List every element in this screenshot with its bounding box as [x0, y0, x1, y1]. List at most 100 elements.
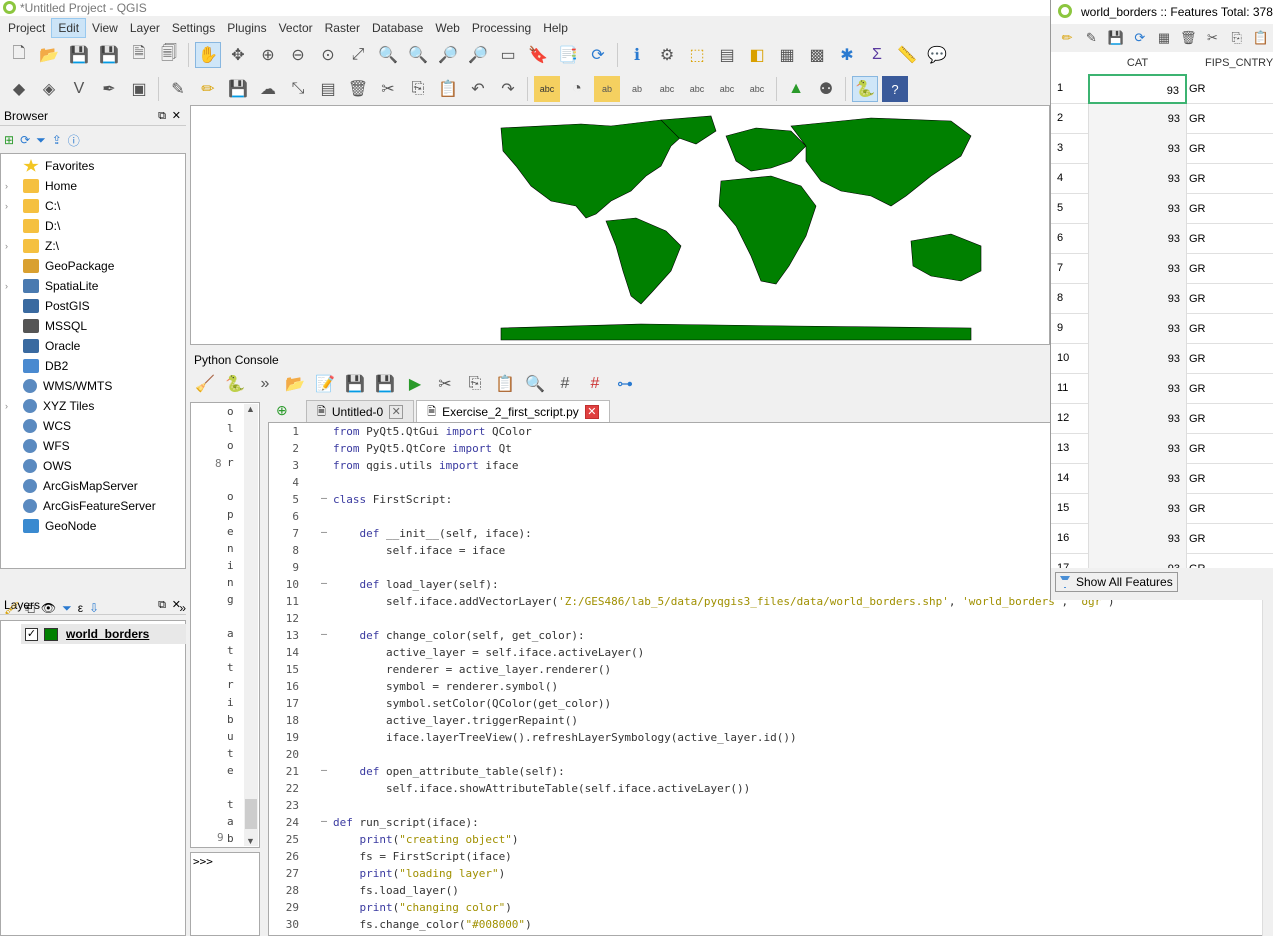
python-icon[interactable]: 🐍 — [852, 76, 878, 102]
cell-cat[interactable]: 93 — [1088, 134, 1187, 164]
row-number[interactable]: 1 — [1057, 82, 1063, 94]
cell-cat[interactable]: 93 — [1088, 464, 1187, 494]
attribute-table-icon[interactable]: ▦ — [774, 42, 800, 68]
menu-item-help[interactable]: Help — [537, 18, 574, 38]
cell-fips[interactable]: GR — [1189, 284, 1206, 314]
cell-fips[interactable]: GR — [1189, 314, 1206, 344]
float-panel-icon[interactable]: ⧉ — [158, 106, 166, 126]
zoom-next-icon[interactable]: 🔎 — [465, 42, 491, 68]
table-row[interactable]: 17 93GR — [1051, 554, 1273, 568]
cell-cat[interactable]: 93 — [1088, 164, 1187, 194]
table-row[interactable]: 15 93 GR — [1051, 494, 1273, 524]
uncomment-icon[interactable]: # — [582, 371, 608, 397]
menu-item-database[interactable]: Database — [366, 18, 429, 38]
menu-item-plugins[interactable]: Plugins — [221, 18, 272, 38]
column-header-fips[interactable]: FIPS_CNTRY — [1189, 52, 1273, 74]
fold-marker-icon[interactable]: — — [321, 493, 331, 504]
quickmap-icon[interactable]: ⚉ — [813, 76, 839, 102]
save-edits-icon[interactable]: 💾 — [225, 76, 251, 102]
table-row[interactable]: 13 93 GR — [1051, 434, 1273, 464]
browser-tree[interactable]: Favorites › Home › C:\ D:\ › Z:\ GeoPackage › Spat… — [0, 153, 186, 569]
filter-expression-icon[interactable]: ε — [78, 601, 83, 615]
browser-item-postgis[interactable]: PostGIS — [1, 296, 185, 316]
paste-icon[interactable]: 📋 — [435, 76, 461, 102]
browser-item-geopackage[interactable]: GeoPackage — [1, 256, 185, 276]
diagram-icon[interactable]: ◔ — [564, 76, 590, 102]
data-source-manager-icon[interactable]: ◆ — [6, 76, 32, 102]
expand-all-icon[interactable]: ⇩ — [89, 601, 99, 615]
cell-cat[interactable]: 93 — [1088, 284, 1187, 314]
cell-fips[interactable]: GR — [1189, 404, 1206, 434]
delete-selected-icon[interactable]: 🗑 — [345, 76, 371, 102]
fold-marker-icon[interactable]: — — [321, 816, 331, 827]
open-script-icon[interactable]: 📂 — [282, 371, 308, 397]
save-project-icon[interactable]: 💾 — [66, 42, 92, 68]
cell-cat[interactable]: 93 — [1088, 314, 1187, 344]
pan-to-selection-icon[interactable]: ✥ — [225, 42, 251, 68]
zoom-layer-icon[interactable]: 🔍 — [405, 42, 431, 68]
browser-item-geonode[interactable]: GeoNode — [1, 516, 185, 536]
table-row[interactable]: 9 93 GR — [1051, 314, 1273, 344]
table-row[interactable]: 8 93 GR — [1051, 284, 1273, 314]
row-number[interactable]: 8 — [1057, 292, 1063, 304]
table-row[interactable]: 16 93 GR — [1051, 524, 1273, 554]
row-number[interactable]: 5 — [1057, 202, 1063, 214]
new-layer-icon[interactable]: ◈ — [36, 76, 62, 102]
cell-fips[interactable]: GR — [1189, 434, 1206, 464]
show-all-features-button[interactable]: Show All Features — [1055, 572, 1178, 592]
cell-cat[interactable]: 93 — [1088, 74, 1187, 104]
row-number[interactable]: 2 — [1057, 112, 1063, 124]
table-row[interactable]: 6 93 GR — [1051, 224, 1273, 254]
more-icon[interactable]: » — [179, 601, 186, 615]
row-number[interactable]: 6 — [1057, 232, 1063, 244]
column-header-cat[interactable]: CAT — [1088, 52, 1187, 74]
cell-fips[interactable]: GR — [1189, 554, 1206, 568]
cell-fips[interactable]: GR — [1189, 254, 1206, 284]
redo-icon[interactable]: ↷ — [495, 76, 521, 102]
copy-icon[interactable]: ⎘ — [405, 76, 431, 102]
table-row[interactable]: 4 93 GR — [1051, 164, 1273, 194]
cut-icon[interactable]: ✂ — [375, 76, 401, 102]
undo-icon[interactable]: ↶ — [465, 76, 491, 102]
deselect-icon[interactable]: ◧ — [744, 42, 770, 68]
close-panel-icon[interactable]: ✕ — [172, 106, 181, 126]
browser-item-wfs[interactable]: WFS — [1, 436, 185, 456]
statistical-summary-icon[interactable]: Σ — [864, 42, 890, 68]
row-number[interactable]: 10 — [1057, 352, 1069, 364]
pan-icon[interactable]: ✋ — [195, 42, 221, 68]
editor-scrollbar[interactable] — [1262, 598, 1273, 936]
layer-visibility-checkbox[interactable]: ✓ — [25, 627, 38, 641]
digitize-icon[interactable]: ✒ — [96, 76, 122, 102]
cell-fips[interactable]: GR — [1189, 194, 1206, 224]
new-map-view-icon[interactable]: ▭ — [495, 42, 521, 68]
find-text-icon[interactable]: 🔍 — [522, 371, 548, 397]
menu-item-processing[interactable]: Processing — [466, 18, 537, 38]
fold-marker-icon[interactable]: — — [321, 527, 331, 538]
fold-marker-icon[interactable]: — — [321, 765, 331, 776]
highlight-pinned-icon[interactable]: ab — [624, 76, 650, 102]
expand-arrow-icon[interactable]: › — [5, 181, 17, 191]
add-selected-icon[interactable]: ⊞ — [4, 133, 14, 147]
row-number[interactable]: 9 — [1057, 322, 1063, 334]
copy-icon[interactable]: ⎘ — [1227, 25, 1247, 51]
processing-toolbox-icon[interactable]: ✱ — [834, 42, 860, 68]
browser-item-xyz-tiles[interactable]: › XYZ Tiles — [1, 396, 185, 416]
object-inspector-icon[interactable]: ⊶ — [612, 371, 638, 397]
browser-item-home[interactable]: › Home — [1, 176, 185, 196]
row-number[interactable]: 4 — [1057, 172, 1063, 184]
georeferencer-icon[interactable]: ▲ — [783, 76, 809, 102]
table-row[interactable]: 14 93 GR — [1051, 464, 1273, 494]
cell-cat[interactable]: 93 — [1088, 554, 1187, 568]
table-row[interactable]: 10 93 GR — [1051, 344, 1273, 374]
cell-fips[interactable]: GR — [1189, 494, 1206, 524]
refresh-icon[interactable]: ⟳ — [20, 133, 30, 147]
collapse-all-icon[interactable]: ⇪ — [52, 133, 62, 147]
cell-fips[interactable]: GR — [1189, 74, 1206, 104]
cut-icon[interactable]: ✂ — [1202, 25, 1222, 51]
cell-cat[interactable]: 93 — [1088, 404, 1187, 434]
add-group-icon[interactable]: ⎗ — [25, 601, 35, 616]
paste-icon[interactable]: 📋 — [1251, 25, 1271, 51]
new-editor-icon[interactable]: ⊕ — [276, 402, 288, 419]
editor-tab-untitled[interactable]: 🗎 Untitled-0 ✕ — [306, 400, 415, 422]
table-row[interactable]: 5 93 GR — [1051, 194, 1273, 224]
